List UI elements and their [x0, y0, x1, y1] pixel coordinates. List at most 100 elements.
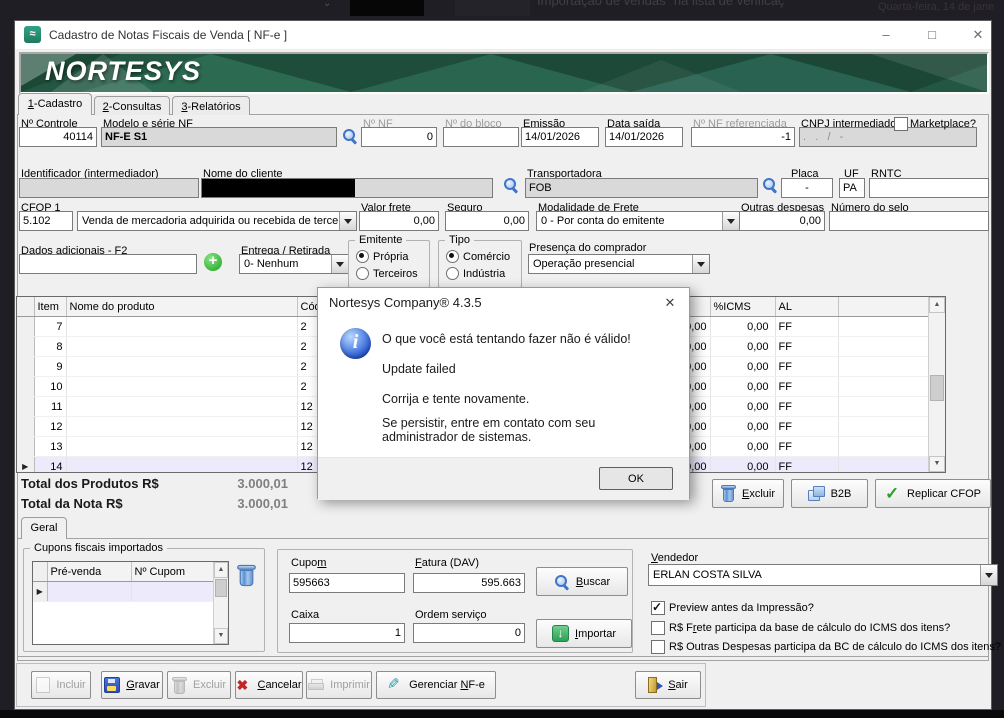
cfop-code-input[interactable] — [19, 211, 73, 231]
radio-comercio[interactable]: Comércio — [446, 250, 510, 263]
cnpj-input[interactable] — [799, 127, 977, 147]
emitente-legend: Emitente — [355, 234, 406, 246]
search-cliente-icon[interactable] — [503, 177, 519, 193]
dialog-title: Nortesys Company® 4.3.5 — [329, 295, 482, 310]
brand-logo: NORTESYS — [45, 56, 201, 87]
dados-adicionais-input[interactable] — [19, 254, 197, 274]
tab-consultas[interactable]: 2-Consultas — [94, 96, 170, 115]
chevron-down-icon[interactable] — [980, 565, 997, 585]
total-nota-value: 3.000,01 — [165, 496, 288, 511]
scroll-down-icon[interactable]: ▼ — [214, 628, 228, 644]
replicar-cfop-button[interactable]: Replicar CFOP — [875, 479, 991, 508]
ordem-servico-label: Ordem serviço — [415, 609, 487, 621]
uf-input[interactable] — [839, 178, 865, 198]
emissao-input[interactable] — [521, 127, 599, 147]
scroll-down-icon[interactable]: ▼ — [929, 456, 945, 472]
chevron-down-icon[interactable] — [692, 255, 709, 273]
tab-relatorios[interactable]: 3-Relatórios — [172, 96, 250, 115]
nf-input[interactable] — [361, 127, 437, 147]
presenca-select[interactable]: Operação presencial — [528, 254, 710, 274]
action-excluir-button[interactable]: Excluir — [167, 671, 231, 699]
tab-geral[interactable]: Geral — [21, 517, 67, 539]
door-icon — [648, 677, 662, 693]
caixa-input[interactable] — [289, 623, 405, 643]
redaction-box — [202, 179, 355, 197]
scroll-thumb[interactable] — [930, 375, 944, 401]
preview-checkbox-row[interactable]: Preview antes da Impressão? — [651, 601, 814, 615]
scroll-up-icon[interactable]: ▲ — [214, 562, 228, 578]
frete-bc-checkbox[interactable] — [651, 621, 665, 635]
ordem-servico-input[interactable] — [413, 623, 525, 643]
cupons-header-row: Pré-venda Nº Cupom — [33, 562, 213, 582]
numero-selo-input[interactable] — [829, 211, 989, 231]
transportadora-input[interactable] — [525, 178, 758, 198]
marketplace-checkbox[interactable] — [894, 117, 908, 131]
placa-input[interactable] — [781, 178, 833, 198]
action-sair-button[interactable]: Sair — [635, 671, 701, 699]
fatura-input[interactable] — [413, 573, 525, 593]
controle-input[interactable] — [19, 127, 97, 147]
outras-despesas-input[interactable] — [739, 211, 825, 231]
data-saida-input[interactable] — [605, 127, 683, 147]
search-modelo-icon[interactable] — [342, 128, 358, 144]
maximize-button[interactable]: □ — [913, 21, 951, 49]
preview-checkbox[interactable] — [651, 601, 665, 615]
radio-industria[interactable]: Indústria — [446, 267, 505, 280]
outras-bc-checkbox[interactable] — [651, 640, 665, 654]
caixa-label: Caixa — [291, 609, 319, 621]
desktop-background: Importação de vendas" na lista de verifi… — [0, 0, 1004, 718]
scroll-up-icon[interactable]: ▲ — [929, 297, 945, 313]
vendedor-label: Vendedor — [651, 552, 698, 564]
chevron-down-icon[interactable] — [339, 212, 356, 230]
action-incluir-button[interactable]: Incluir — [31, 671, 91, 699]
save-icon — [104, 677, 120, 693]
grid-scrollbar[interactable]: ▲ ▼ — [928, 297, 945, 472]
identificador-input[interactable] — [19, 178, 199, 198]
rntc-input[interactable] — [869, 178, 989, 198]
seguro-input[interactable] — [445, 211, 529, 231]
search-transportadora-icon[interactable] — [762, 177, 778, 193]
chevron-down-icon[interactable] — [722, 212, 739, 230]
frete-bc-checkbox-row[interactable]: R$ Frete participa da base de cálculo do… — [651, 621, 950, 635]
outras-bc-checkbox-row[interactable]: R$ Outras Despesas participa da BC de cá… — [651, 640, 1001, 654]
vendedor-select[interactable]: ERLAN COSTA SILVA — [648, 564, 998, 586]
action-gerenciar-nf-e-button[interactable]: Gerenciar NF-e — [376, 671, 496, 699]
cancel-icon — [236, 678, 251, 693]
radio-dot — [356, 267, 369, 280]
buscar-button[interactable]: Buscar — [536, 567, 628, 596]
scroll-thumb[interactable] — [215, 579, 227, 597]
fatura-label: Fatura (DAV) — [415, 557, 479, 569]
cupons-scrollbar[interactable]: ▲ ▼ — [213, 562, 228, 644]
delete-cupom-icon[interactable] — [237, 565, 256, 586]
radio-terceiros[interactable]: Terceiros — [356, 267, 418, 280]
add-icon[interactable] — [204, 253, 222, 271]
cupom-input[interactable] — [289, 573, 405, 593]
close-button[interactable]: ✕ — [959, 21, 997, 49]
action-imprimir-button[interactable]: Imprimir — [306, 671, 372, 699]
b2b-button[interactable]: B2B — [791, 479, 868, 508]
action-gravar-button[interactable]: Gravar — [101, 671, 163, 699]
minimize-button[interactable]: – — [867, 21, 905, 49]
importar-button[interactable]: Importar — [536, 619, 632, 648]
trash-icon — [172, 677, 187, 694]
close-icon[interactable]: ✕ — [659, 293, 681, 313]
cupom-row[interactable]: ▶ — [33, 582, 213, 602]
valor-frete-input[interactable] — [359, 211, 439, 231]
radio-propria[interactable]: Própria — [356, 250, 408, 263]
dialog-message-4: Se persistir, entre em contato com seu a… — [382, 416, 674, 444]
chevron-down-icon[interactable] — [331, 255, 348, 273]
error-dialog: Nortesys Company® 4.3.5 ✕ O que você est… — [317, 287, 690, 499]
modelo-input[interactable] — [101, 127, 337, 147]
tab-cadastro[interactable]: 1-Cadastro — [18, 93, 92, 115]
cfop-select[interactable]: Venda de mercadoria adquirida ou recebid… — [77, 211, 357, 231]
nf-referenciada-input[interactable] — [691, 127, 795, 147]
action-cancelar-button[interactable]: Cancelar — [235, 671, 303, 699]
excluir-item-button[interactable]: Excluir — [712, 479, 784, 508]
modalidade-frete-select[interactable]: 0 - Por conta do emitente — [536, 211, 740, 231]
ok-button[interactable]: OK — [599, 467, 673, 490]
info-icon — [340, 328, 371, 359]
bloco-input[interactable] — [443, 127, 519, 147]
entrega-retirada-select[interactable]: 0- Nenhum — [239, 254, 349, 274]
background-window-text-2: Quarta-feira, 14 de jane — [878, 1, 994, 13]
col-icms: %ICMS — [710, 297, 775, 317]
